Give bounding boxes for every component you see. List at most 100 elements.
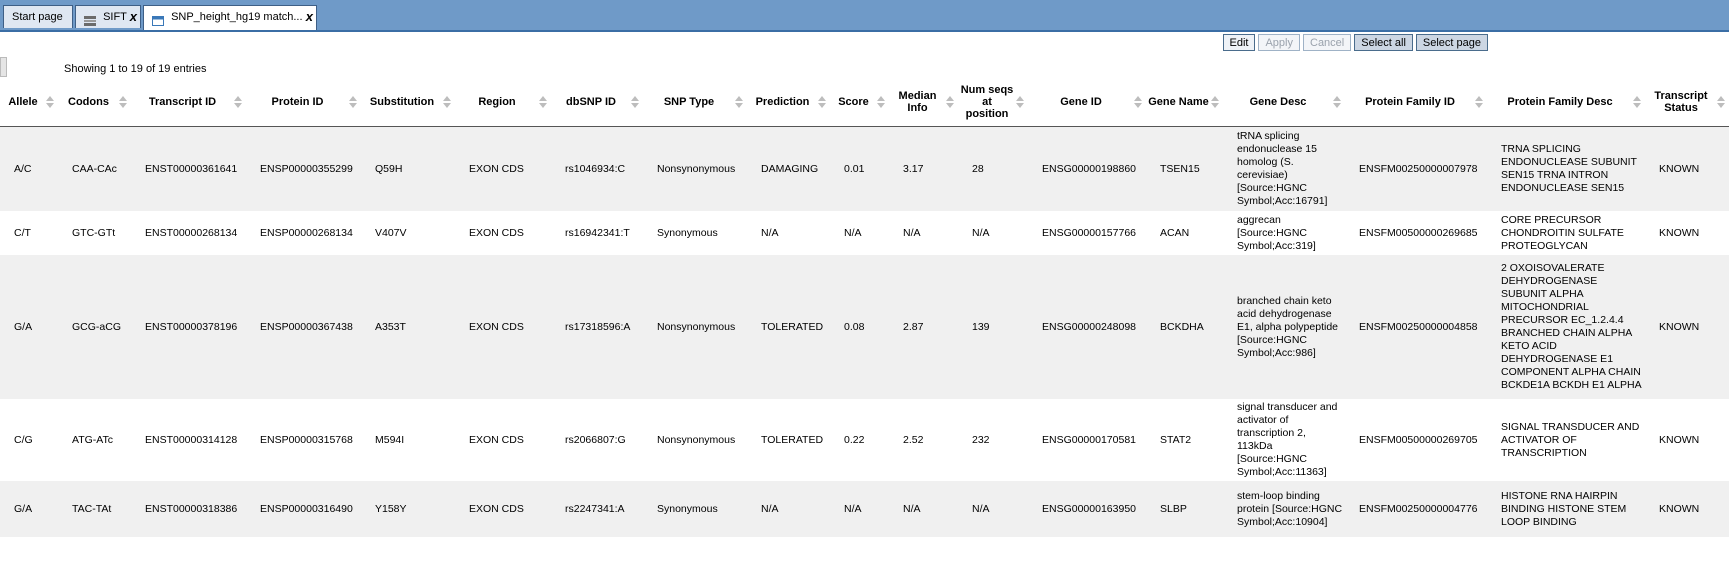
column-header-label: Prediction [755, 96, 810, 108]
scroll-handle[interactable] [0, 57, 7, 77]
table-cell: ENST00000318386 [131, 481, 246, 537]
column-header[interactable]: Num seqs at position [958, 78, 1028, 127]
table-cell: N/A [747, 481, 830, 537]
table-cell: G/A [0, 255, 58, 399]
column-header-label: Gene Desc [1249, 96, 1307, 108]
column-header[interactable]: Transcript Status [1645, 78, 1729, 127]
table-cell: Q59H [361, 126, 455, 211]
table-row[interactable]: C/T GTC-GTt ENST00000268134 ENSP00000268134… [0, 211, 1729, 255]
table-cell: Y158Y [361, 481, 455, 537]
column-header[interactable]: Gene Desc [1223, 78, 1345, 127]
cancel-button[interactable]: Cancel [1303, 34, 1352, 51]
table-cell: ENST00000361641 [131, 126, 246, 211]
table-cell: rs2066807:G [551, 399, 643, 481]
column-header-label: Transcript ID [148, 96, 217, 108]
table-row[interactable]: C/G ATG-ATc ENST00000314128 ENSP00000315768… [0, 399, 1729, 481]
table-cell: CORE PRECURSOR CHONDROITIN SULFATE PROTE… [1487, 211, 1645, 255]
sort-arrows-icon[interactable] [349, 96, 357, 108]
sort-arrows-icon[interactable] [1134, 96, 1142, 108]
table-cell: ENSP00000316490 [246, 481, 361, 537]
edit-button[interactable]: Edit [1222, 34, 1256, 51]
column-header[interactable]: Gene Name [1146, 78, 1223, 127]
table-cell: ENSP00000315768 [246, 399, 361, 481]
sort-arrows-icon[interactable] [539, 96, 547, 108]
table-cell: Synonymous [643, 211, 747, 255]
sort-arrows-icon[interactable] [1211, 96, 1219, 108]
sort-arrows-icon[interactable] [946, 96, 954, 108]
header-row: Allele Codons Transcript ID Protein ID Subst… [0, 78, 1729, 127]
entries-info: Showing 1 to 19 of 19 entries [64, 63, 207, 75]
table-cell: ENSFM00500000269685 [1345, 211, 1487, 255]
sort-arrows-icon[interactable] [443, 96, 451, 108]
column-header-label: dbSNP ID [566, 96, 616, 108]
column-header-label: Substitution [369, 96, 435, 108]
select-all-button[interactable]: Select all [1354, 34, 1413, 51]
sort-arrows-icon[interactable] [818, 96, 826, 108]
sort-arrows-icon[interactable] [119, 96, 127, 108]
tab-sift[interactable]: SIFT x [75, 5, 141, 28]
table-cell: EXON CDS [455, 481, 551, 537]
table-cell: N/A [747, 211, 830, 255]
table-cell: TOLERATED [747, 399, 830, 481]
tab-label: Start page [12, 11, 63, 23]
table-cell: G/A [0, 481, 58, 537]
column-header[interactable]: Protein Family Desc [1487, 78, 1645, 127]
table-cell: STAT2 [1146, 399, 1223, 481]
sort-arrows-icon[interactable] [1475, 96, 1483, 108]
column-header[interactable]: Region [455, 78, 551, 127]
table-cell: TRNA SPLICING ENDONUCLEASE SUBUNIT SEN15… [1487, 126, 1645, 211]
table-cell: 2.87 [889, 255, 958, 399]
column-header[interactable]: Protein Family ID [1345, 78, 1487, 127]
close-icon[interactable]: x [306, 6, 313, 28]
table-row[interactable]: G/A GCG-aCG ENST00000378196 ENSP00000367438… [0, 255, 1729, 399]
sort-arrows-icon[interactable] [1333, 96, 1341, 108]
tab-start-page[interactable]: Start page [3, 5, 73, 28]
table-cell [643, 537, 747, 571]
table-cell: ACAN [1146, 211, 1223, 255]
sort-arrows-icon[interactable] [735, 96, 743, 108]
column-header[interactable]: dbSNP ID [551, 78, 643, 127]
column-header[interactable]: Codons [58, 78, 131, 127]
column-header[interactable]: Allele [0, 78, 58, 127]
results-table: Allele Codons Transcript ID Protein ID Subst… [0, 78, 1729, 571]
table-row[interactable]: G/A TAC-TAt ENST00000318386 ENSP00000316490… [0, 481, 1729, 537]
table-cell: HISTONE RNA HAIRPIN BINDING HISTONE STEM… [1487, 481, 1645, 537]
table-cell: signal transducer and activator of trans… [1223, 399, 1345, 481]
column-header[interactable]: Gene ID [1028, 78, 1146, 127]
table-cell: C/G [0, 399, 58, 481]
sort-arrows-icon[interactable] [1016, 96, 1024, 108]
sort-arrows-icon[interactable] [1633, 96, 1641, 108]
sort-arrows-icon[interactable] [1717, 96, 1725, 108]
table-cell: M594I [361, 399, 455, 481]
sort-arrows-icon[interactable] [46, 96, 54, 108]
sort-arrows-icon[interactable] [877, 96, 885, 108]
table-row[interactable] [0, 537, 1729, 571]
column-header[interactable]: Prediction [747, 78, 830, 127]
select-page-button[interactable]: Select page [1415, 34, 1488, 51]
tab-snp-height[interactable]: SNP_height_hg19 match... x [143, 5, 317, 30]
tab-bar: Start page SIFT x SNP_height_hg19 match.… [0, 0, 1729, 32]
column-header-label: Gene ID [1060, 96, 1102, 108]
column-header[interactable]: Substitution [361, 78, 455, 127]
table-cell: ENSG00000248098 [1028, 255, 1146, 399]
column-header[interactable]: Median Info [889, 78, 958, 127]
column-header[interactable]: SNP Type [643, 78, 747, 127]
table-cell: ENSFM00250000004776 [1345, 481, 1487, 537]
table-cell [1146, 537, 1223, 571]
table-cell: EXON CDS [455, 126, 551, 211]
table-row[interactable]: A/C CAA-CAc ENST00000361641 ENSP00000355299… [0, 126, 1729, 211]
column-header[interactable]: Transcript ID [131, 78, 246, 127]
table-cell: A/C [0, 126, 58, 211]
table-cell: ENSFM00500000269705 [1345, 399, 1487, 481]
column-header[interactable]: Score [830, 78, 889, 127]
apply-button[interactable]: Apply [1258, 34, 1300, 51]
table-cell: ENSP00000367438 [246, 255, 361, 399]
sort-arrows-icon[interactable] [234, 96, 242, 108]
close-icon[interactable]: x [130, 6, 137, 28]
column-header[interactable]: Protein ID [246, 78, 361, 127]
column-header-label: Transcript Status [1654, 90, 1708, 114]
table-cell: Nonsynonymous [643, 126, 747, 211]
table-cell: ENSG00000157766 [1028, 211, 1146, 255]
table-cell: Nonsynonymous [643, 399, 747, 481]
sort-arrows-icon[interactable] [631, 96, 639, 108]
